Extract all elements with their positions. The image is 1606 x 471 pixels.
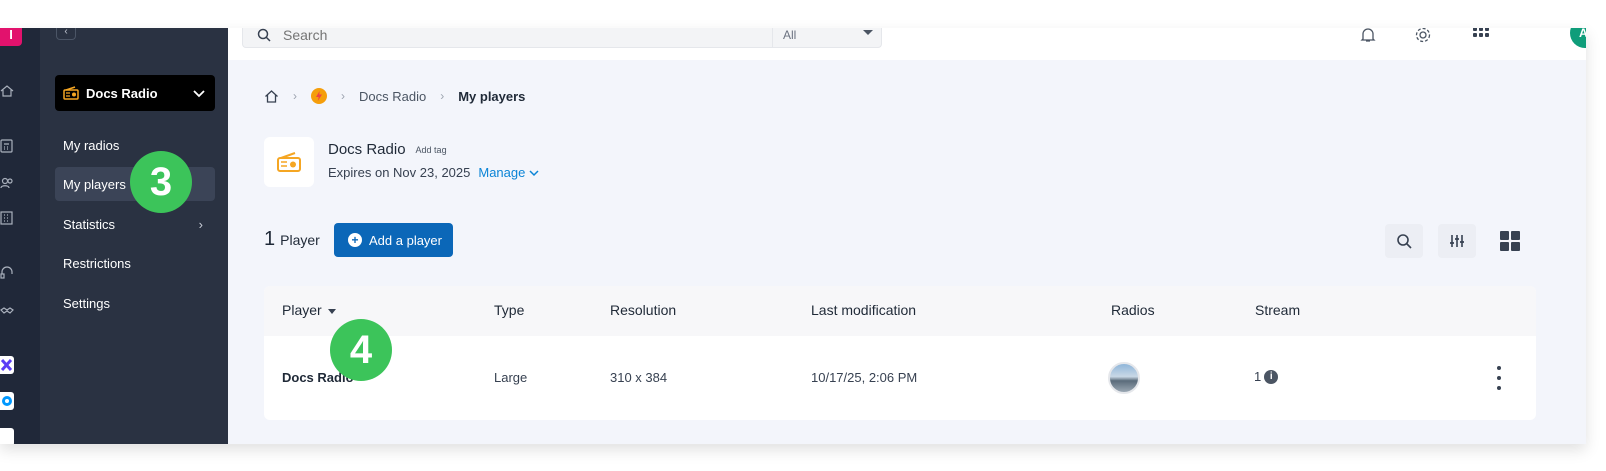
column-header-last-modification: Last modification [811,302,917,318]
column-header-resolution: Resolution [610,302,677,318]
sliders-icon [1450,235,1464,247]
chevron-right-icon: › [198,217,203,232]
sidebar-item-label: Statistics [63,216,116,232]
breadcrumb-separator-icon: › [293,89,297,103]
chevron-down-icon [529,169,539,176]
product-avatar [264,137,314,187]
building-icon[interactable] [0,211,14,225]
product-selector[interactable]: Docs Radio [55,75,215,111]
screenshot-frame: I ‹ Docs Radio My radios My players Stat… [0,0,1606,471]
home-icon[interactable] [0,84,14,98]
support-icon[interactable] [0,266,14,280]
product-name: Docs Radio [86,85,158,101]
handshake-icon[interactable] [0,304,14,318]
player-count-number: 1 [264,228,276,250]
sidebar-item-restrictions[interactable]: Restrictions [55,246,215,280]
product-expiry: Expires on Nov 23, 2025 Manage [328,165,539,180]
radio-icon [277,152,301,172]
users-icon[interactable] [0,176,14,190]
app-more-icon[interactable] [0,428,14,444]
column-header-stream: Stream [1255,302,1301,318]
search-input[interactable] [283,28,753,43]
sidebar-item-settings[interactable]: Settings [55,286,215,320]
column-header-radios: Radios [1111,302,1155,318]
expiry-text: Expires on Nov 23, 2025 [328,165,471,180]
breadcrumb: › › Docs Radio › My players [264,88,525,104]
player-stream: 1 i [1254,369,1279,384]
player-count-unit: Player [280,232,320,248]
infomaniak-radio-icon[interactable] [311,88,327,104]
app-drive-icon[interactable] [0,392,14,410]
calculator-icon[interactable] [0,139,14,153]
manage-dropdown[interactable]: Manage [478,165,539,180]
breadcrumb-product[interactable]: Docs Radio [359,89,426,104]
user-avatar[interactable]: AI [1570,28,1586,48]
brand-logo[interactable]: I [0,28,22,46]
home-icon[interactable] [264,89,279,104]
column-header-player[interactable]: Player [282,302,336,318]
column-header-label: Player [282,302,322,318]
sidebar-item-statistics[interactable]: Statistics › [55,207,215,241]
sidebar-item-label: Restrictions [63,255,131,271]
product-name: Docs Radio [328,141,406,158]
search-icon [1397,234,1412,249]
search-scope-value: All [783,28,797,42]
info-icon[interactable]: i [1264,369,1279,384]
table-search-button[interactable] [1385,224,1423,258]
player-last-modification: 10/17/25, 2:06 PM [811,370,918,385]
grid-view-button[interactable] [1491,224,1529,258]
radio-icon [63,86,79,100]
gear-icon[interactable] [1414,28,1432,44]
player-count: 1 Player [264,228,320,251]
icon-rail: I [0,28,40,444]
step-badge-3: 3 [130,151,192,213]
add-player-label: Add a player [369,232,442,248]
sort-caret-icon [327,308,336,314]
sidebar-item-label: My radios [63,137,120,153]
breadcrumb-current: My players [458,88,526,104]
radio-thumbnail[interactable] [1108,362,1140,394]
grid-view-icon [1500,231,1520,251]
chevron-down-icon [193,90,205,98]
player-type: Large [494,370,528,385]
player-resolution: 310 x 384 [610,370,668,385]
row-actions-kebab-icon[interactable] [1494,366,1504,390]
table-row[interactable]: Docs Radio Large 310 x 384 10/17/25, 2:0… [264,336,1536,420]
search-scope-select[interactable]: All [772,28,883,48]
search-bar[interactable]: All [242,28,882,48]
add-tag-link[interactable]: Add tag [416,145,447,155]
add-player-button[interactable]: + Add a player [334,223,453,257]
sidebar-item-my-radios[interactable]: My radios [55,128,215,162]
main-content: All AI › › Docs Radio › My players Docs … [228,28,1586,444]
breadcrumb-separator-icon: › [341,89,345,103]
sidebar: ‹ Docs Radio My radios My players Statis… [40,28,228,444]
bell-icon[interactable] [1359,28,1377,44]
column-header-type: Type [494,302,525,318]
top-bar: All AI [228,28,1586,60]
stream-count: 1 [1254,369,1262,384]
search-icon [257,28,271,42]
product-title: Docs Radio Add tag [328,141,447,158]
players-table: Player Type Resolution Last modification… [264,286,1536,420]
sidebar-item-label: Settings [63,295,110,311]
apps-grid-icon[interactable] [1472,28,1490,44]
app-kchat-icon[interactable] [0,356,14,374]
breadcrumb-separator-icon: › [440,89,445,103]
sidebar-item-label: My players [63,176,126,192]
app-window: I ‹ Docs Radio My radios My players Stat… [0,28,1586,444]
caret-down-icon [863,30,873,35]
filter-button[interactable] [1438,224,1476,258]
manage-label: Manage [478,165,526,180]
plus-circle-icon: + [348,233,362,247]
table-header: Player Type Resolution Last modification… [264,286,1536,336]
step-badge-4: 4 [330,319,392,381]
collapse-sidebar-button[interactable]: ‹ [56,28,76,40]
